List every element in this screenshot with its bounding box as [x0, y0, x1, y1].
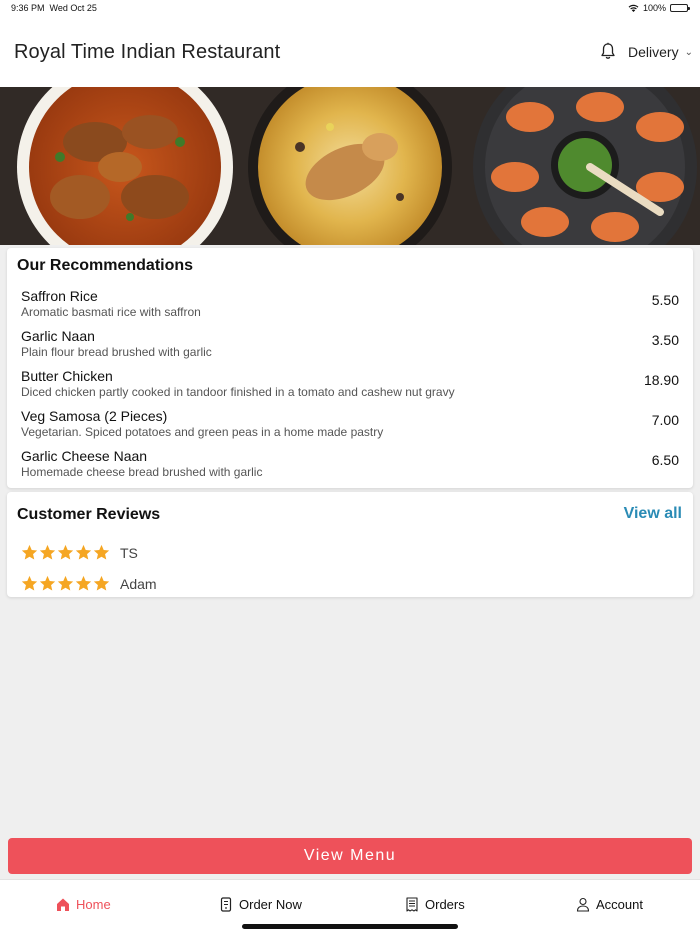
reviewer-name: Adam — [120, 575, 157, 592]
view-all-link[interactable]: View all — [624, 505, 682, 523]
star-icon — [39, 544, 56, 560]
menu-item-price: 18.90 — [643, 372, 679, 388]
app-header: Royal Time Indian Restaurant Delivery ⌄ — [0, 17, 700, 87]
menu-item-price: 3.50 — [651, 332, 679, 348]
star-icon — [75, 544, 92, 560]
menu-item-description: Vegetarian. Spiced potatoes and green pe… — [21, 425, 384, 439]
nav-orders[interactable]: Orders — [405, 897, 465, 912]
menu-item[interactable]: Garlic Cheese Naan Homemade cheese bread… — [21, 448, 679, 488]
menu-item-description: Aromatic basmati rice with saffron — [21, 305, 201, 319]
review-item: TS — [21, 544, 138, 561]
menu-item-price: 7.00 — [651, 412, 679, 428]
menu-item-name: Saffron Rice — [21, 288, 98, 304]
chevron-down-icon: ⌄ — [684, 46, 693, 58]
nav-home[interactable]: Home — [56, 897, 111, 912]
reviews-title: Customer Reviews — [17, 506, 161, 523]
menu-item-description: Homemade cheese bread brushed with garli… — [21, 465, 263, 479]
nav-account-label: Account — [596, 897, 643, 912]
status-time: 9:36 PM Wed Oct 25 — [11, 3, 97, 13]
reviewer-name: TS — [120, 544, 138, 561]
star-icon — [93, 544, 110, 560]
battery-percent: 100% — [642, 3, 666, 13]
order-icon — [220, 897, 232, 912]
star-icon — [21, 575, 38, 591]
menu-item[interactable]: Butter Chicken Diced chicken partly cook… — [21, 368, 679, 408]
nav-account[interactable]: Account — [576, 897, 643, 912]
review-item: Adam — [21, 575, 157, 592]
home-indicator — [242, 924, 458, 929]
battery-icon — [670, 4, 690, 12]
view-menu-button[interactable]: View Menu — [8, 838, 692, 874]
recommendations-card: Our Recommendations Saffron Rice Aromati… — [7, 248, 693, 488]
menu-item[interactable]: Veg Samosa (2 Pieces) Vegetarian. Spiced… — [21, 408, 679, 448]
star-rating — [21, 575, 110, 592]
nav-home-label: Home — [76, 897, 111, 912]
status-right: 100% — [628, 3, 690, 13]
reviews-card: Customer Reviews View all TS Adam — [7, 492, 693, 597]
star-icon — [57, 544, 74, 560]
home-icon — [57, 898, 69, 911]
nav-orders-label: Orders — [425, 897, 465, 912]
menu-item-name: Butter Chicken — [21, 368, 113, 384]
star-icon — [21, 544, 38, 560]
food-banner — [0, 87, 700, 245]
menu-item[interactable]: Saffron Rice Aromatic basmati rice with … — [21, 288, 679, 328]
menu-item-name: Garlic Cheese Naan — [21, 448, 148, 464]
star-icon — [93, 575, 110, 591]
food-banner-image — [0, 87, 700, 245]
menu-item-name: Garlic Naan — [21, 328, 95, 344]
menu-item-name: Veg Samosa (2 Pieces) — [21, 408, 168, 424]
delivery-selector[interactable]: Delivery ⌄ — [628, 44, 693, 60]
user-icon — [576, 897, 590, 912]
menu-item-price: 6.50 — [651, 452, 679, 468]
menu-item-price: 5.50 — [651, 292, 679, 308]
bell-icon[interactable] — [600, 42, 616, 60]
wifi-icon — [628, 4, 639, 12]
star-icon — [75, 575, 92, 591]
receipt-icon — [406, 897, 418, 912]
recommendations-title: Our Recommendations — [17, 257, 194, 274]
menu-item-description: Plain flour bread brushed with garlic — [21, 345, 212, 359]
star-icon — [39, 575, 56, 591]
restaurant-title: Royal Time Indian Restaurant — [14, 41, 281, 63]
menu-item-description: Diced chicken partly cooked in tandoor f… — [21, 385, 455, 399]
star-icon — [57, 575, 74, 591]
nav-order-now[interactable]: Order Now — [219, 897, 302, 912]
nav-order-now-label: Order Now — [239, 897, 302, 912]
menu-item[interactable]: Garlic Naan Plain flour bread brushed wi… — [21, 328, 679, 368]
star-rating — [21, 544, 110, 561]
delivery-label: Delivery — [628, 44, 679, 60]
status-bar: 9:36 PM Wed Oct 25 100% — [0, 0, 700, 17]
